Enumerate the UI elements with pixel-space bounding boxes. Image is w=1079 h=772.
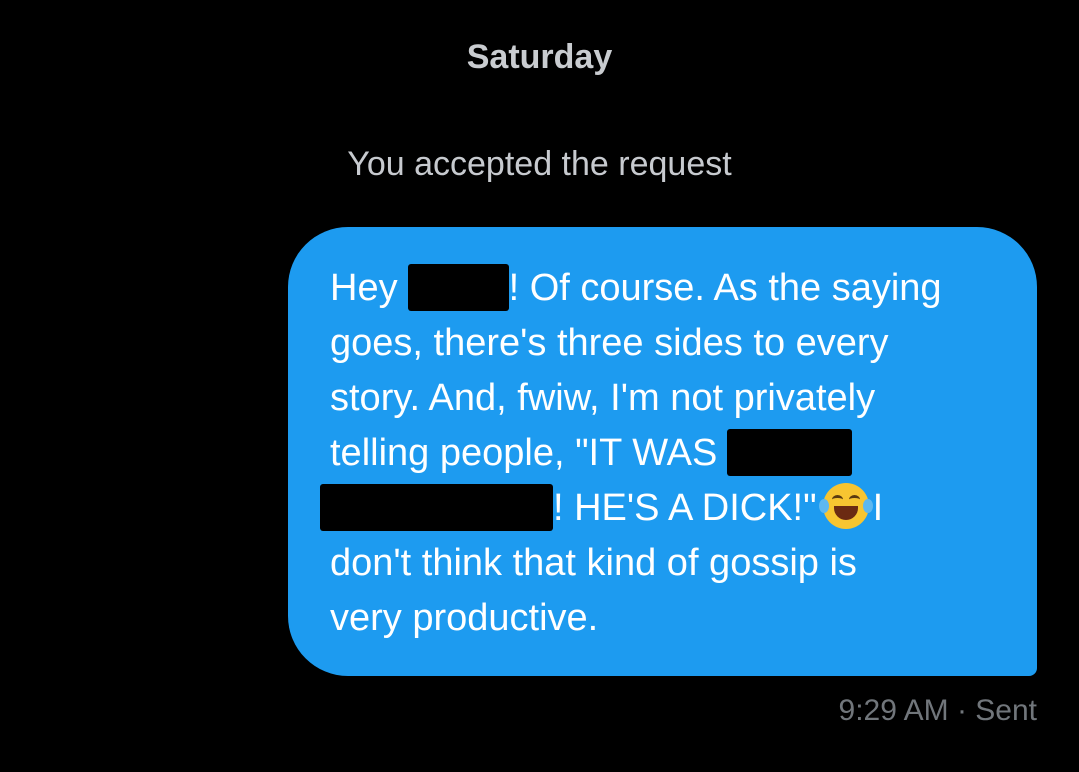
- redacted-name: [320, 484, 553, 531]
- date-divider: Saturday: [466, 38, 613, 76]
- message-text: ! HE'S A DICK!": [553, 487, 817, 529]
- message-text: telling people, "IT WAS: [330, 432, 718, 474]
- message-line: Hey ! Of course. As the saying: [330, 261, 997, 316]
- message-timestamp: 9:29 AM: [838, 694, 949, 727]
- message-text: I: [872, 487, 884, 529]
- meta-separator: ·: [956, 694, 967, 727]
- message-line: very productive.: [330, 597, 599, 639]
- message-text: ! Of course. As the saying: [508, 267, 942, 309]
- face-with-tears-of-joy-icon: [818, 483, 873, 529]
- message-line: ! HE'S A DICK!" I: [320, 481, 997, 536]
- message-line: story. And, fwiw, I'm not privately: [330, 377, 876, 419]
- message-line: goes, there's three sides to every: [330, 322, 889, 364]
- redacted-name: [727, 429, 853, 476]
- redacted-name: [407, 264, 509, 311]
- message-line: don't think that kind of gossip is: [330, 542, 857, 584]
- message-status: Sent: [975, 694, 1037, 727]
- message-line: telling people, "IT WAS: [330, 426, 997, 481]
- sent-message-bubble[interactable]: Hey ! Of course. As the saying goes, ther…: [288, 227, 1037, 676]
- request-accepted-note: You accepted the request: [347, 145, 732, 183]
- message-meta: 9:29 AM · Sent: [839, 691, 1037, 731]
- message-text: Hey: [330, 267, 398, 309]
